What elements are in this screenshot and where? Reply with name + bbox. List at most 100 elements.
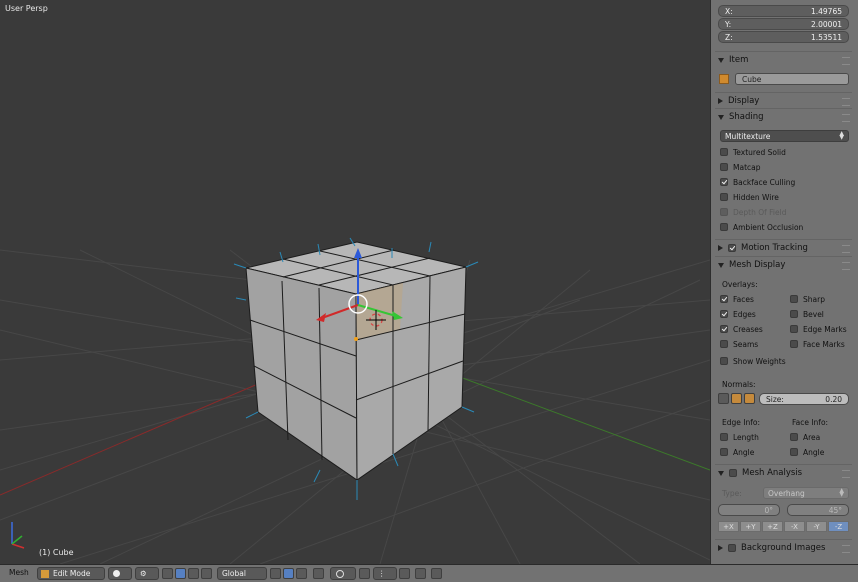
normals-size-field[interactable]: Size: 0.20 <box>759 393 849 405</box>
creases-checkbox[interactable] <box>720 325 728 333</box>
edges-checkbox[interactable] <box>720 310 728 318</box>
background-images-title: Background Images <box>741 543 826 553</box>
analysis-type-label: Type: <box>722 489 742 498</box>
face-info-label: Face Info: <box>792 418 829 427</box>
face-normals-icon[interactable] <box>744 393 755 404</box>
mode-selector[interactable]: Edit Mode <box>37 567 105 580</box>
panel-grip-icon[interactable] <box>842 545 850 553</box>
face-area-checkbox[interactable] <box>790 433 798 441</box>
face-marks-checkbox[interactable] <box>790 340 798 348</box>
edge-angle-label: Angle <box>733 448 755 457</box>
edge-angle-checkbox[interactable] <box>720 448 728 456</box>
location-z-label: Z: <box>725 32 733 42</box>
mesh-analysis-panel-header[interactable]: Mesh Analysis <box>715 464 852 481</box>
panel-grip-icon[interactable] <box>842 470 850 478</box>
display-panel-header[interactable]: Display <box>715 92 852 109</box>
panel-grip-icon[interactable] <box>842 245 850 253</box>
view-axes-icon <box>11 522 25 549</box>
loop-normals-icon[interactable] <box>731 393 742 404</box>
view-mode-label: User Persp <box>5 4 48 13</box>
panel-grip-icon[interactable] <box>842 98 850 106</box>
motion-tracking-panel-header[interactable]: Motion Tracking <box>715 239 852 256</box>
matcap-checkbox[interactable] <box>720 163 728 171</box>
mesh-display-panel-header[interactable]: Mesh Display <box>715 256 852 273</box>
snap-toggle-icon[interactable] <box>359 568 370 579</box>
item-panel-header[interactable]: Item <box>715 51 852 68</box>
face-select-icon[interactable] <box>296 568 307 579</box>
normals-toggle-group <box>718 393 758 405</box>
location-y-field[interactable]: Y: 2.00001 <box>718 18 849 30</box>
transform-orientation-dropdown[interactable]: Global <box>217 567 267 580</box>
edge-marks-checkbox[interactable] <box>790 325 798 333</box>
panel-grip-icon[interactable] <box>842 114 850 122</box>
edge-select-icon[interactable] <box>283 568 294 579</box>
manipulator-toggle-icon[interactable] <box>162 568 173 579</box>
backface-culling-label: Backface Culling <box>733 178 796 187</box>
cube-mesh[interactable] <box>233 237 479 500</box>
axis-minus-y-button[interactable]: -Y <box>806 521 827 532</box>
cube-object-icon <box>719 74 729 84</box>
bevel-checkbox[interactable] <box>790 310 798 318</box>
translate-manipulator-icon[interactable] <box>175 568 186 579</box>
shading-mode-value: Multitexture <box>725 131 771 141</box>
sharp-label: Sharp <box>803 295 825 304</box>
face-angle-checkbox[interactable] <box>790 448 798 456</box>
vertex-select-icon[interactable] <box>270 568 281 579</box>
viewport-shading-selector[interactable] <box>108 567 132 580</box>
seams-checkbox[interactable] <box>720 340 728 348</box>
limit-selection-icon[interactable] <box>313 568 324 579</box>
faces-checkbox[interactable] <box>720 295 728 303</box>
motion-tracking-checkbox[interactable] <box>728 244 736 252</box>
bevel-label: Bevel <box>803 310 824 319</box>
proportional-editing-dropdown[interactable] <box>330 567 356 580</box>
proportional-icon <box>336 569 344 578</box>
depth-of-field-label: Depth Of Field <box>733 208 787 217</box>
backface-culling-checkbox[interactable] <box>720 178 728 186</box>
sharp-checkbox[interactable] <box>790 295 798 303</box>
edge-length-checkbox[interactable] <box>720 433 728 441</box>
show-weights-checkbox[interactable] <box>720 357 728 365</box>
editor-menu-label[interactable]: Mesh <box>9 568 29 577</box>
shading-mode-dropdown[interactable]: Multitexture ▲ ▼ <box>720 130 849 142</box>
mesh-display-title: Mesh Display <box>729 260 786 270</box>
solid-shading-icon <box>113 570 120 577</box>
analysis-type-dropdown[interactable]: Overhang ▲ ▼ <box>763 487 849 499</box>
axis-minus-z-button[interactable]: -Z <box>828 521 849 532</box>
textured-solid-checkbox[interactable] <box>720 148 728 156</box>
render-animation-icon[interactable] <box>431 568 442 579</box>
vertex-normals-icon[interactable] <box>718 393 729 404</box>
background-images-checkbox[interactable] <box>728 544 736 552</box>
shading-panel-header[interactable]: Shading <box>715 108 852 125</box>
mesh-analysis-checkbox[interactable] <box>729 469 737 477</box>
axis-minus-x-button[interactable]: -X <box>784 521 805 532</box>
opengl-render-icon[interactable] <box>399 568 410 579</box>
display-panel-title: Display <box>728 96 760 106</box>
snap-element-dropdown[interactable]: ⋮ <box>373 567 397 580</box>
face-angle-label: Angle <box>803 448 825 457</box>
expand-right-icon <box>718 545 723 551</box>
normals-size-value: 0.20 <box>825 394 842 404</box>
axis-plus-z-button[interactable]: +Z <box>762 521 783 532</box>
background-images-panel-header[interactable]: Background Images <box>715 539 852 556</box>
axis-plus-y-button[interactable]: +Y <box>740 521 761 532</box>
analysis-type-value: Overhang <box>768 488 805 498</box>
object-name-input[interactable]: Cube <box>735 73 849 85</box>
location-z-field[interactable]: Z: 1.53511 <box>718 31 849 43</box>
panel-grip-icon[interactable] <box>842 57 850 65</box>
analysis-max-field[interactable]: 45° <box>787 504 849 516</box>
axis-plus-x-button[interactable]: +X <box>718 521 739 532</box>
ambient-occlusion-checkbox[interactable] <box>720 223 728 231</box>
scale-manipulator-icon[interactable] <box>201 568 212 579</box>
creases-label: Creases <box>733 325 763 334</box>
pivot-icon: ⚙ <box>140 569 147 578</box>
rotate-manipulator-icon[interactable] <box>188 568 199 579</box>
hidden-wire-checkbox[interactable] <box>720 193 728 201</box>
panel-grip-icon[interactable] <box>842 262 850 270</box>
3d-viewport[interactable]: User Persp (1) Cube <box>0 0 710 564</box>
analysis-min-field[interactable]: 0° <box>718 504 780 516</box>
dropdown-arrows-icon: ▲ ▼ <box>839 487 844 498</box>
render-image-icon[interactable] <box>415 568 426 579</box>
location-y-value: 2.00001 <box>810 19 842 29</box>
location-x-field[interactable]: X: 1.49765 <box>718 5 849 17</box>
pivot-point-selector[interactable]: ⚙ <box>135 567 159 580</box>
